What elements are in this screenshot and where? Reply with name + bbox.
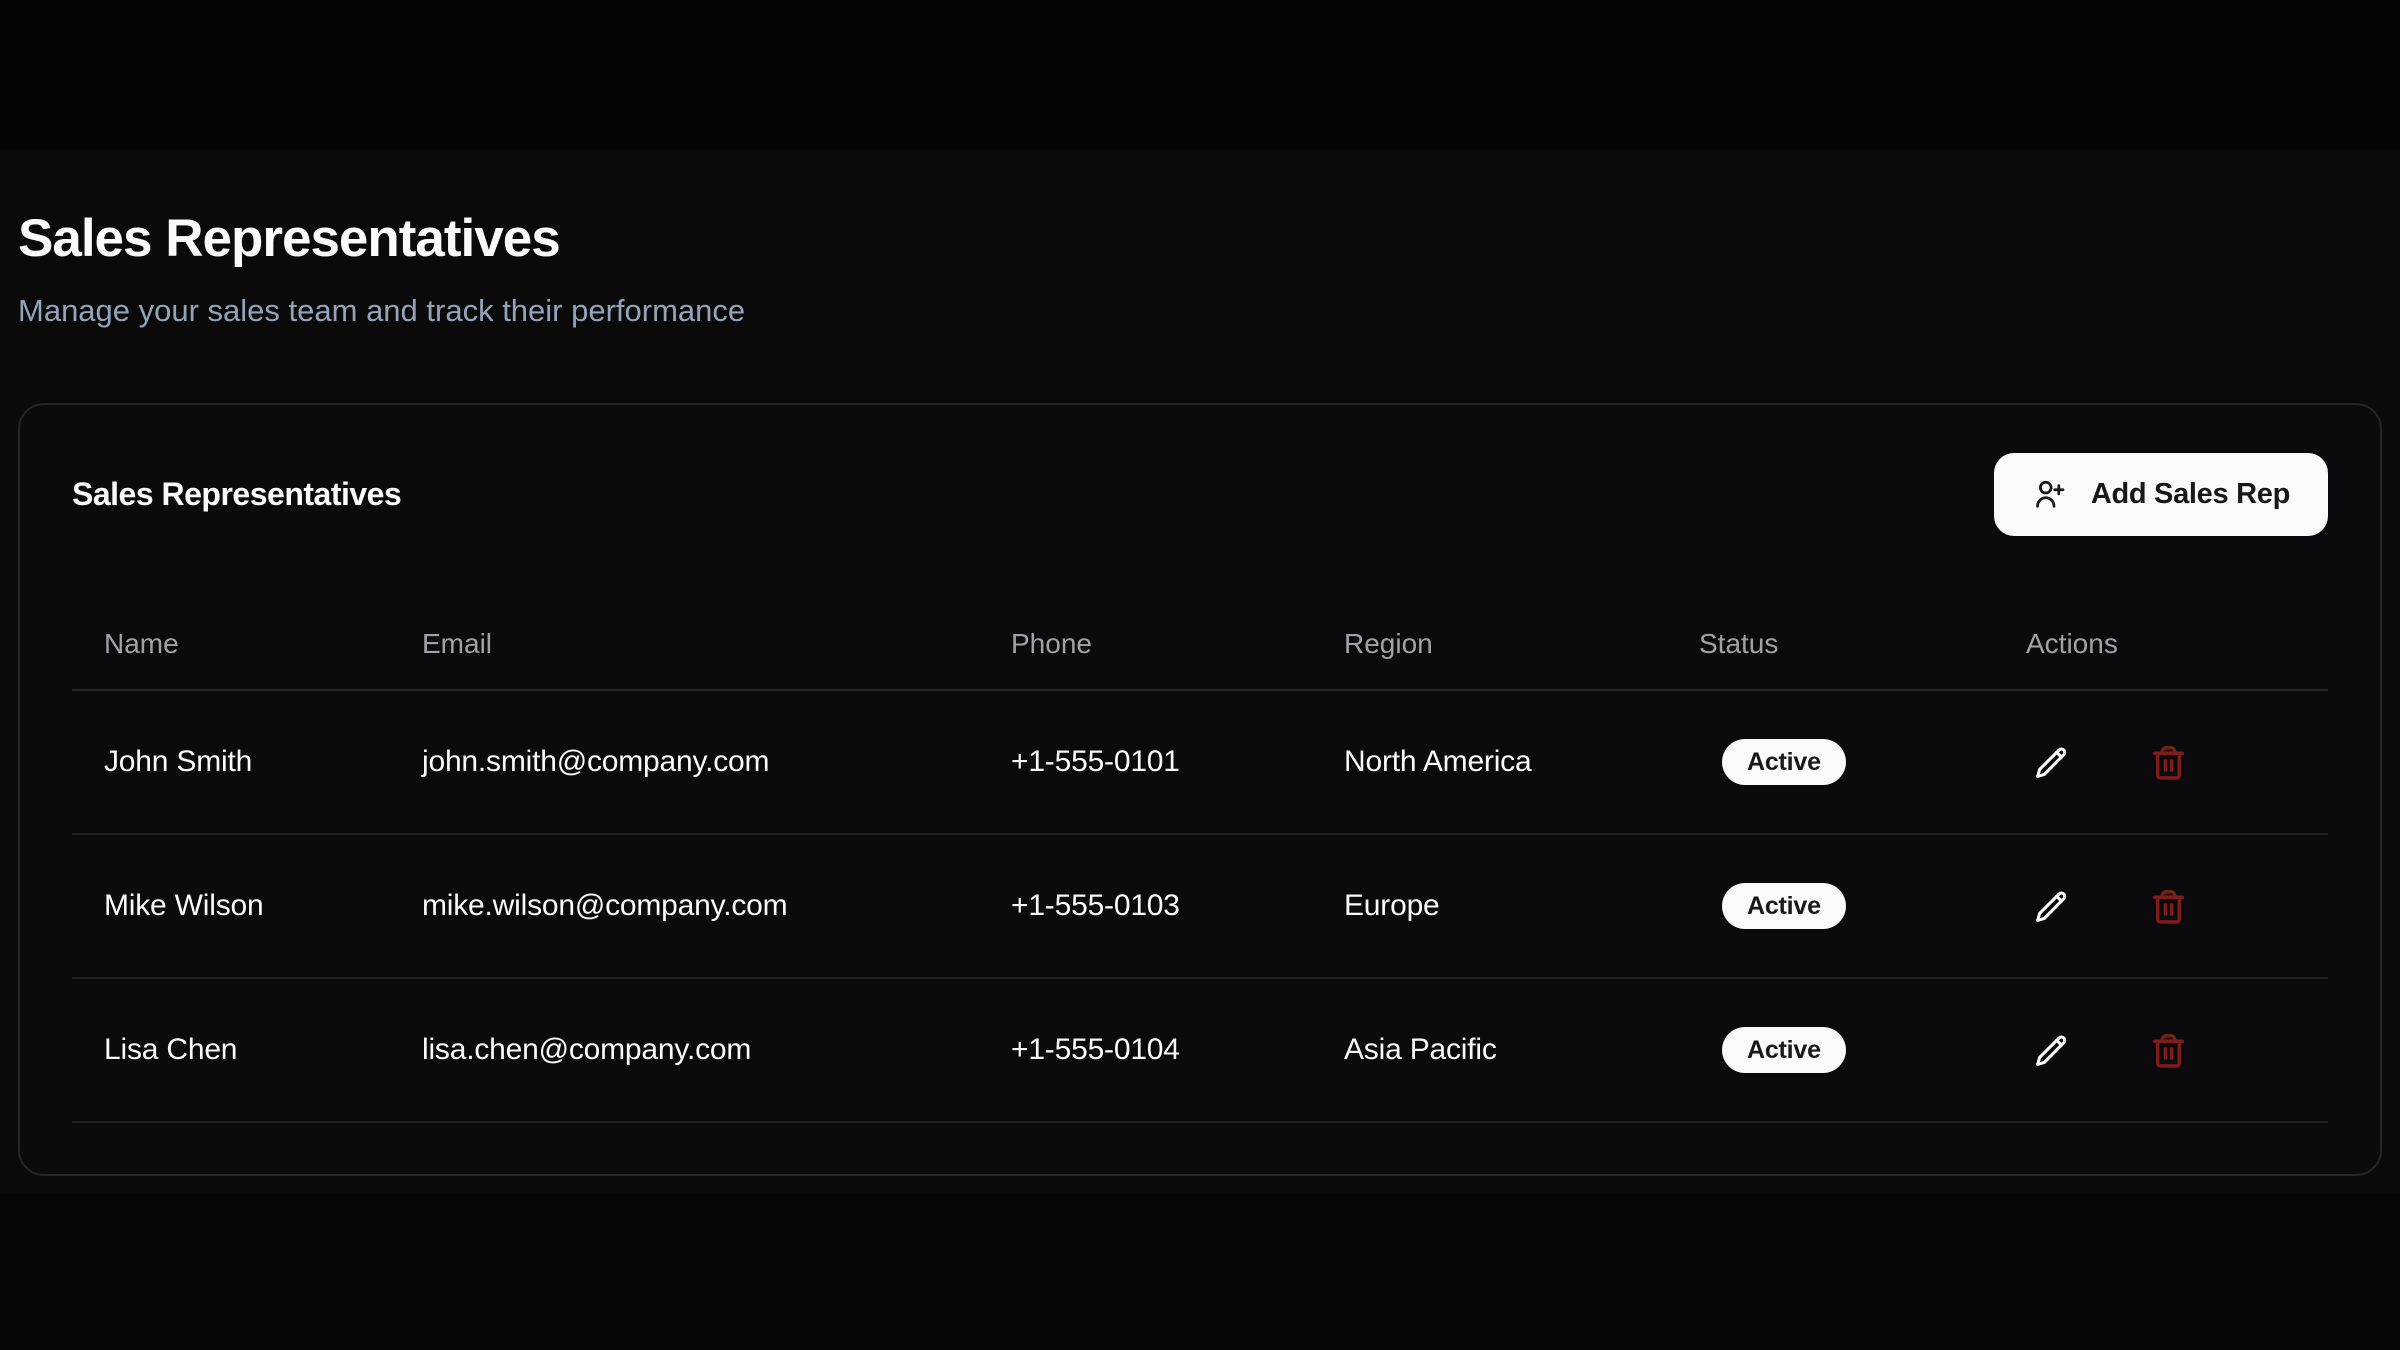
rep-name: Lisa Chen bbox=[72, 1033, 390, 1067]
rep-email: lisa.chen@company.com bbox=[390, 1033, 979, 1067]
column-header-region: Region bbox=[1312, 619, 1667, 658]
status-badge: Active bbox=[1722, 1027, 1846, 1073]
column-header-phone: Phone bbox=[979, 619, 1312, 658]
column-header-actions: Actions bbox=[1994, 619, 2328, 658]
status-badge: Active bbox=[1722, 883, 1846, 929]
card-title: Sales Representatives bbox=[72, 476, 401, 513]
edit-button[interactable] bbox=[2032, 1031, 2070, 1069]
rep-name: John Smith bbox=[72, 745, 390, 779]
pencil-icon bbox=[2033, 1032, 2070, 1069]
trash-icon bbox=[2150, 1032, 2187, 1069]
rep-phone: +1-555-0104 bbox=[979, 1033, 1312, 1067]
rep-status-cell: Active bbox=[1667, 1027, 1994, 1073]
pencil-icon bbox=[2033, 744, 2070, 781]
rep-region: Asia Pacific bbox=[1312, 1033, 1667, 1067]
top-spacer bbox=[0, 0, 2400, 150]
rep-email: mike.wilson@company.com bbox=[390, 889, 979, 923]
rep-name: Mike Wilson bbox=[72, 889, 390, 923]
page-title: Sales Representatives bbox=[18, 207, 2382, 271]
table-row: John Smith john.smith@company.com +1-555… bbox=[72, 691, 2328, 835]
rep-actions-cell bbox=[1994, 1031, 2328, 1069]
rep-phone: +1-555-0101 bbox=[979, 745, 1312, 779]
rep-region: Europe bbox=[1312, 889, 1667, 923]
pencil-icon bbox=[2033, 888, 2070, 925]
delete-button[interactable] bbox=[2149, 887, 2187, 925]
edit-button[interactable] bbox=[2032, 743, 2070, 781]
column-header-email: Email bbox=[390, 619, 979, 658]
add-sales-rep-label: Add Sales Rep bbox=[2091, 478, 2290, 511]
trash-icon bbox=[2150, 744, 2187, 781]
edit-button[interactable] bbox=[2032, 887, 2070, 925]
add-sales-rep-button[interactable]: Add Sales Rep bbox=[1994, 453, 2328, 536]
rep-region: North America bbox=[1312, 745, 1667, 779]
rep-phone: +1-555-0103 bbox=[979, 889, 1312, 923]
delete-button[interactable] bbox=[2149, 743, 2187, 781]
rep-email: john.smith@company.com bbox=[390, 745, 979, 779]
column-header-status: Status bbox=[1667, 619, 1994, 658]
sales-reps-card: Sales Representatives Add Sales Rep Name… bbox=[18, 403, 2382, 1176]
card-header: Sales Representatives Add Sales Rep bbox=[20, 405, 2380, 536]
page-content: Sales Representatives Manage your sales … bbox=[0, 150, 2400, 1194]
rep-actions-cell bbox=[1994, 743, 2328, 781]
status-badge: Active bbox=[1722, 739, 1846, 785]
rep-status-cell: Active bbox=[1667, 883, 1994, 929]
page-subtitle: Manage your sales team and track their p… bbox=[18, 293, 2382, 329]
table-header-row: Name Email Phone Region Status Actions bbox=[72, 619, 2328, 691]
rep-actions-cell bbox=[1994, 887, 2328, 925]
table-row: Lisa Chen lisa.chen@company.com +1-555-0… bbox=[72, 979, 2328, 1123]
delete-button[interactable] bbox=[2149, 1031, 2187, 1069]
sales-reps-table: Name Email Phone Region Status Actions J… bbox=[72, 619, 2328, 1123]
column-header-name: Name bbox=[72, 619, 390, 658]
trash-icon bbox=[2150, 888, 2187, 925]
rep-status-cell: Active bbox=[1667, 739, 1994, 785]
table-row: Mike Wilson mike.wilson@company.com +1-5… bbox=[72, 835, 2328, 979]
user-plus-icon bbox=[2032, 478, 2065, 511]
